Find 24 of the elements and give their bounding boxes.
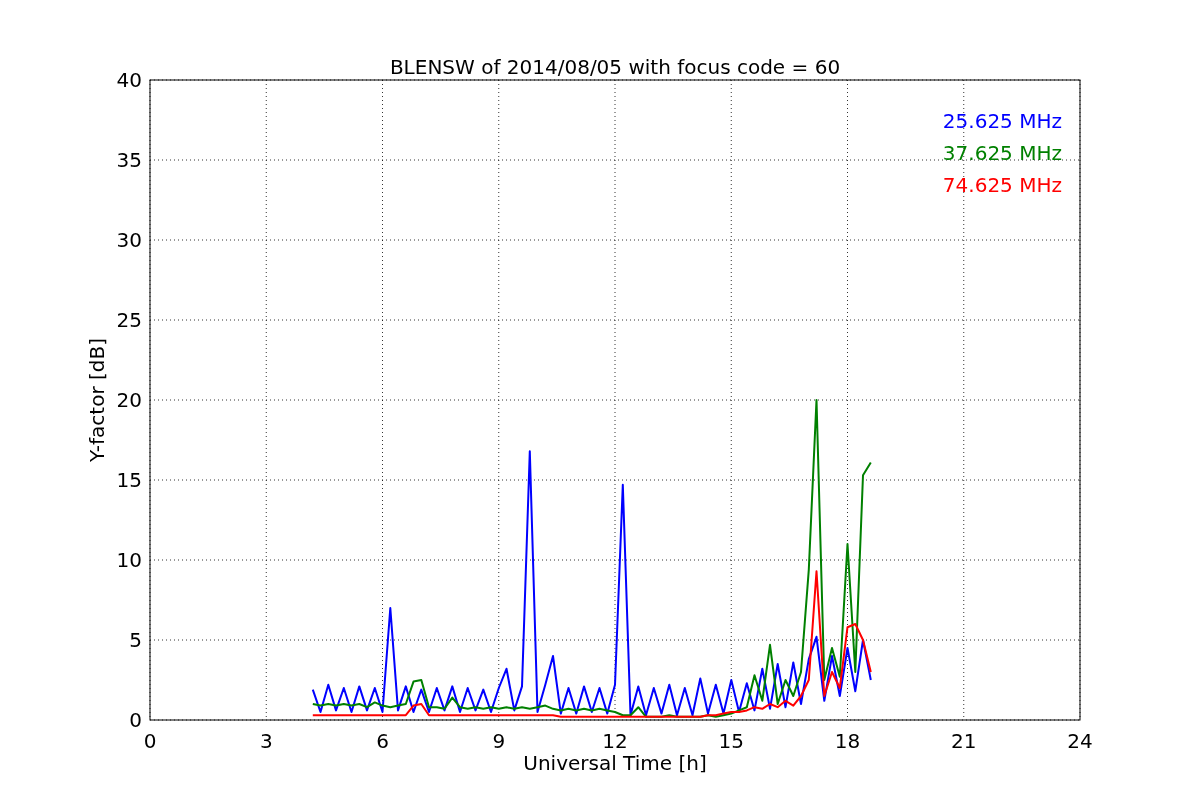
x-tick-label: 24 — [1067, 729, 1093, 753]
y-tick-label: 35 — [116, 148, 142, 172]
x-tick-label: 12 — [602, 729, 628, 753]
x-tick-label: 9 — [492, 729, 506, 753]
y-tick-label: 10 — [116, 548, 142, 572]
x-tick-label: 6 — [376, 729, 389, 753]
legend-label: 25.625 MHz — [942, 109, 1062, 133]
chart-title: BLENSW of 2014/08/05 with focus code = 60 — [389, 55, 841, 79]
x-tick-label: 15 — [718, 729, 744, 753]
legend-label: 74.625 MHz — [942, 173, 1062, 197]
x-axis-label: Universal Time [h] — [523, 751, 707, 775]
x-tick-label: 3 — [259, 729, 273, 753]
y-tick-label: 25 — [116, 308, 142, 332]
y-axis-label: Y-factor [dB] — [85, 338, 109, 462]
y-tick-label: 5 — [129, 628, 142, 652]
x-tick-label: 0 — [143, 729, 157, 753]
x-tick-label: 18 — [834, 729, 861, 753]
legend-label: 37.625 MHz — [942, 141, 1062, 165]
y-tick-label: 15 — [116, 468, 142, 492]
y-tick-label: 20 — [116, 388, 142, 412]
y-tick-label: 0 — [129, 708, 142, 732]
y-tick-label: 40 — [116, 68, 142, 92]
y-tick-label: 30 — [116, 228, 142, 252]
x-tick-label: 21 — [951, 729, 977, 753]
